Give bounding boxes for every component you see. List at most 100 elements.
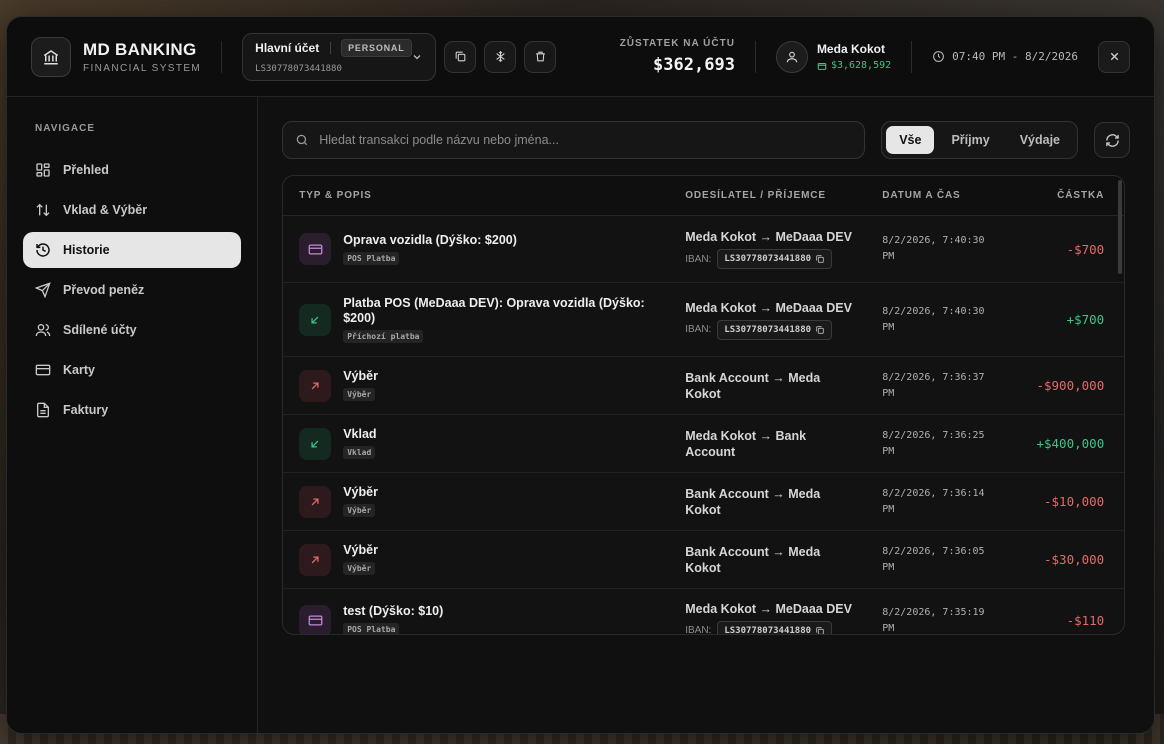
transaction-title: Výběr (343, 543, 378, 557)
transaction-date: 8/2/2026, 7:40:30 (882, 235, 985, 246)
header: MD BANKING FINANCIAL SYSTEM Hlavní účet … (7, 17, 1154, 97)
header-date: DATUM A ČAS (882, 190, 961, 201)
transaction-ampm: PM (882, 503, 895, 515)
transaction-amount: -$900,000 (1036, 378, 1105, 393)
copy-iban-button[interactable] (444, 40, 477, 73)
transaction-amount: -$30,000 (1044, 552, 1105, 567)
table-row[interactable]: Oprava vozidla (Dýško: $200) POS Platba … (283, 216, 1125, 283)
sidebar-item-invoices[interactable]: Faktury (23, 392, 241, 428)
account-selector[interactable]: Hlavní účet PERSONAL LS30778073441880 (242, 32, 437, 81)
transaction-ampm: PM (882, 251, 895, 262)
brand-title: MD BANKING (83, 39, 197, 59)
clock-text: 07:40 PM - 8/2/2026 (952, 50, 1078, 63)
header-amount: ČÁSTKA (1057, 190, 1105, 201)
sidebar-item-label: Historie (63, 243, 110, 257)
filter-all[interactable]: Vše (886, 126, 935, 154)
banking-window: MD BANKING FINANCIAL SYSTEM Hlavní účet … (6, 16, 1155, 734)
table-scrollbar[interactable] (1118, 180, 1123, 274)
balance-label: ZŮSTATEK NA ÚČTU (619, 38, 735, 49)
sidebar-item-label: Karty (63, 363, 95, 377)
card-icon (299, 233, 332, 265)
transaction-date: 8/2/2026, 7:36:37 (882, 371, 985, 383)
table-header: TYP & POPIS ODESÍLATEL / PŘÍJEMCE DATUM … (283, 176, 1125, 216)
iban-copy[interactable]: LS30778073441880 (717, 319, 833, 340)
transaction-party: Meda Kokot → Bank Account (685, 428, 807, 459)
filter-income[interactable]: Příjmy (938, 126, 1002, 154)
transaction-date: 8/2/2026, 7:35:19 (882, 606, 985, 618)
user-icon (775, 40, 808, 73)
transaction-tag: Příchozí platba (343, 329, 424, 343)
chevron-down-icon (411, 50, 423, 68)
transaction-amount: -$110 (1066, 613, 1105, 628)
history-panel: Vše Příjmy Výdaje TYP & POPIS ODESÍLATEL… (258, 97, 1154, 733)
account-iban: LS30778073441880 (255, 63, 342, 74)
transaction-title: Oprava vozidla (Dýško: $200) (343, 232, 517, 247)
transaction-date: 8/2/2026, 7:36:05 (882, 545, 985, 557)
refresh-button[interactable] (1094, 122, 1130, 158)
iban-copy[interactable]: LS30778073441880 (717, 620, 833, 634)
sidebar: NAVIGACE Přehled Vklad & Výběr Historie … (7, 97, 259, 733)
table-row[interactable]: test (Dýško: $10) POS Platba Meda Kokot … (283, 589, 1124, 634)
transaction-title: Výběr (343, 369, 378, 383)
sidebar-item-history[interactable]: Historie (23, 232, 242, 268)
copy-icon (816, 626, 824, 634)
divider (754, 40, 756, 73)
transaction-tag: Výběr (343, 388, 376, 401)
close-icon (1110, 52, 1118, 61)
account-type-badge: PERSONAL (341, 39, 412, 58)
search-input[interactable] (319, 133, 853, 147)
sidebar-item-deposit-withdraw[interactable]: Vklad & Výběr (23, 192, 241, 228)
table-row[interactable]: Platba POS (MeDaaa DEV): Oprava vozidla … (283, 283, 1125, 357)
table-row[interactable]: Výběr Výběr Bank Account → Meda Kokot 8/… (283, 357, 1125, 415)
table-row[interactable]: Vklad Vklad Meda Kokot → Bank Account 8/… (283, 415, 1125, 473)
sidebar-item-transfer[interactable]: Převod peněz (23, 272, 241, 308)
users-icon (35, 322, 51, 338)
sidebar-item-shared-accounts[interactable]: Sdílené účty (23, 312, 241, 348)
table-row[interactable]: Výběr Výběr Bank Account → Meda Kokot 8/… (283, 473, 1125, 531)
sidebar-item-cards[interactable]: Karty (23, 352, 241, 388)
user-cash: $3,628,592 (817, 60, 891, 71)
send-icon (35, 282, 51, 298)
brand-subtitle: FINANCIAL SYSTEM (83, 62, 202, 74)
sidebar-item-overview[interactable]: Přehled (23, 152, 241, 188)
filter-expenses[interactable]: Výdaje (1007, 126, 1073, 154)
filter-group: Vše Příjmy Výdaje (881, 121, 1078, 159)
header-type: TYP & POPIS (299, 190, 372, 201)
search-box (282, 121, 866, 159)
invoice-icon (35, 402, 51, 418)
freeze-account-button[interactable] (484, 40, 517, 73)
transaction-ampm: PM (882, 387, 895, 399)
wallet-icon (817, 62, 827, 70)
arrow-up-right-icon (299, 543, 332, 576)
transaction-date: 8/2/2026, 7:40:30 (882, 305, 985, 317)
sidebar-item-label: Přehled (63, 163, 109, 177)
transaction-title: Platba POS (MeDaaa DEV): Oprava vozidla … (343, 295, 645, 325)
iban-label: IBAN: (685, 253, 712, 265)
iban-label: IBAN: (685, 324, 712, 335)
card-icon (35, 362, 51, 378)
account-name: Hlavní účet (255, 41, 320, 56)
transaction-date: 8/2/2026, 7:36:14 (882, 487, 985, 499)
snowflake-icon (495, 51, 505, 62)
transaction-title: Výběr (343, 485, 378, 499)
balance-value: $362,693 (653, 55, 735, 75)
user-profile: Meda Kokot $3,628,592 (775, 40, 891, 73)
arrow-down-left-icon (299, 427, 332, 460)
account-balance: ZŮSTATEK NA ÚČTU $362,693 (620, 38, 735, 75)
iban-copy[interactable]: LS30778073441880 (717, 249, 833, 269)
transaction-amount: -$10,000 (1044, 494, 1105, 509)
copy-icon (455, 51, 466, 62)
transaction-tag: Vklad (343, 446, 376, 459)
nav-title: NAVIGACE (35, 123, 96, 134)
arrow-up-right-icon (299, 485, 332, 518)
transaction-party: Bank Account → Meda Kokot (685, 370, 821, 401)
transaction-ampm: PM (882, 321, 895, 333)
close-button[interactable] (1098, 40, 1130, 73)
delete-account-button[interactable] (524, 40, 557, 73)
transaction-title: test (Dýško: $10) (343, 604, 444, 618)
refresh-icon (1105, 133, 1119, 147)
transaction-party: Bank Account → Meda Kokot (685, 544, 821, 575)
history-icon (35, 242, 51, 258)
table-row[interactable]: Výběr Výběr Bank Account → Meda Kokot 8/… (283, 531, 1125, 589)
transaction-tag: Výběr (343, 504, 376, 517)
